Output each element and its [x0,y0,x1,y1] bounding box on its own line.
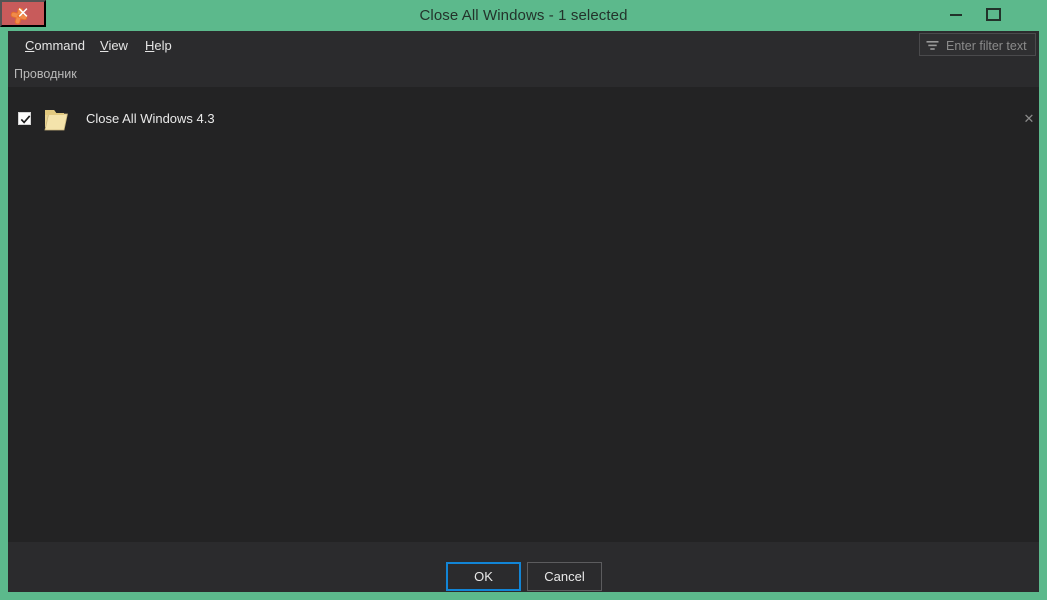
close-icon: ✕ [16,5,30,22]
minimize-icon [950,14,962,16]
checkmark-icon [20,115,31,124]
group-header-label: Проводник [14,67,77,81]
cancel-button[interactable]: Cancel [527,562,602,591]
menu-item-view[interactable]: View [93,31,135,61]
title-bar: Close All Windows - 1 selected ✕ [0,0,1047,31]
item-label: Close All Windows 4.3 [86,111,215,126]
menu-item-command[interactable]: Command [18,31,92,61]
menu-bar: Command View Help [8,31,1039,61]
maximize-button[interactable] [977,1,1006,24]
group-header: Проводник [8,61,1039,87]
menu-label-view: iew [108,38,128,53]
list-item[interactable]: Close All Windows 4.3 ✕ [8,104,1039,134]
window-title: Close All Windows - 1 selected [419,7,628,24]
maximize-icon [986,8,1001,21]
item-list: Close All Windows 4.3 ✕ [8,87,1039,542]
filter-funnel-icon [926,39,939,51]
menu-label-command: ommand [34,38,85,53]
item-checkbox[interactable] [18,112,31,125]
folder-icon [43,107,71,133]
application-window: Close All Windows - 1 selected ✕ Command… [0,0,1047,600]
menu-mnemonic-help: H [145,38,155,53]
menu-mnemonic-command: C [25,38,35,53]
ok-button[interactable]: OK [446,562,521,591]
menu-item-help[interactable]: Help [138,31,179,61]
remove-item-button[interactable]: ✕ [1018,104,1039,134]
filter-input[interactable] [944,34,1036,57]
close-window-button[interactable]: ✕ [0,0,46,27]
filter-box[interactable] [919,33,1036,57]
client-area: Command View Help Проводник [8,31,1039,592]
footer-bar: OK Cancel [8,542,1039,592]
menu-label-help: elp [154,38,172,53]
minimize-button[interactable] [941,1,970,24]
